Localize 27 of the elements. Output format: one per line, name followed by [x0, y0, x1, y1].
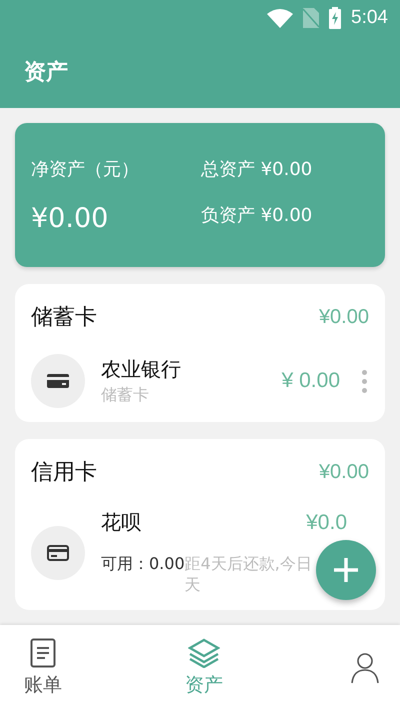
group-title: 储蓄卡	[31, 304, 97, 332]
group-title: 信用卡	[31, 459, 97, 487]
repayment-note: 距4天后还款,今日 天	[184, 554, 312, 596]
layers-icon	[188, 638, 220, 668]
available-credit: 可用：0.00	[101, 554, 185, 575]
total-assets-text: 总资产 ¥0.00	[201, 158, 314, 180]
plus-icon	[334, 558, 358, 582]
net-assets-value: ¥0.00	[31, 202, 110, 234]
nav-tab[interactable]: 账单	[20, 638, 66, 698]
page-title: 资产	[24, 59, 68, 87]
account-name: 农业银行	[101, 356, 182, 383]
person-icon	[349, 652, 381, 684]
account-balance: ¥0.0	[306, 510, 347, 534]
account-type: 储蓄卡	[101, 385, 150, 406]
account-name: 花呗	[101, 509, 141, 536]
clock-time: 5:04	[351, 7, 388, 29]
account-balance: ¥ 0.00	[282, 369, 340, 393]
group-total: ¥0.00	[318, 306, 369, 328]
wifi-icon	[267, 8, 294, 28]
no-sim-icon	[303, 8, 320, 28]
liabilities-text: 负资产 ¥0.00	[201, 204, 314, 228]
group-total: ¥0.00	[318, 460, 369, 484]
document-icon	[30, 638, 56, 668]
net-assets-label: 净资产（元）	[31, 158, 140, 180]
battery-charging-icon	[329, 7, 342, 29]
card-icon	[47, 374, 69, 388]
card-icon	[47, 544, 69, 560]
